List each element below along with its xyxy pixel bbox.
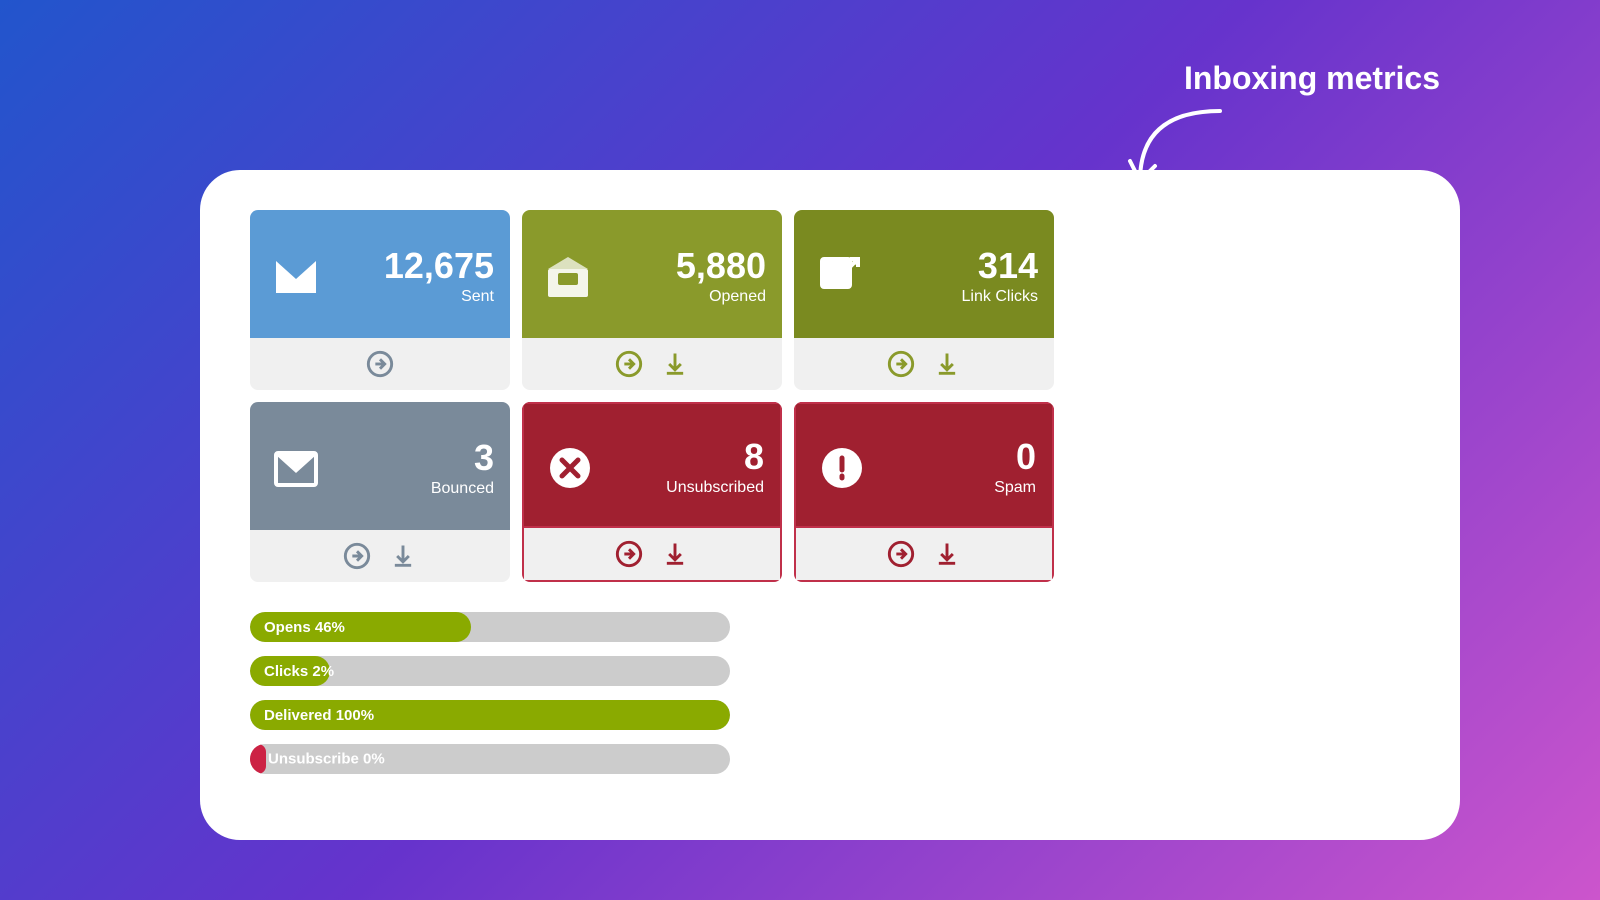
metric-card-bounced: 3 Bounced xyxy=(250,402,510,582)
metric-top-sent: 12,675 Sent xyxy=(250,210,510,338)
progress-section: Opens 46% Clicks 2% Delivered 100% xyxy=(250,612,1410,774)
sent-arrow-icon[interactable] xyxy=(364,348,396,380)
metric-top-opened: 5,880 Opened xyxy=(522,210,782,338)
metric-info-spam: 0 Spam xyxy=(884,439,1036,497)
progress-fill-clicks: Clicks 2% xyxy=(250,656,330,686)
metric-info-sent: 12,675 Sent xyxy=(338,248,494,306)
progress-row-unsubscribe: Unsubscribe 0% xyxy=(250,744,1410,774)
spam-download-icon[interactable] xyxy=(931,538,963,570)
progress-label-clicks: Clicks xyxy=(264,663,308,680)
link-clicks-download-icon[interactable] xyxy=(931,348,963,380)
envelope-icon xyxy=(266,247,326,307)
spam-label: Spam xyxy=(994,479,1036,497)
metric-info-opened: 5,880 Opened xyxy=(610,248,766,306)
sent-label: Sent xyxy=(461,288,494,306)
metric-bottom-bounced xyxy=(250,530,510,582)
metric-info-bounced: 3 Bounced xyxy=(338,440,494,498)
bounced-label: Bounced xyxy=(431,480,494,498)
metric-top-spam: 0 Spam xyxy=(794,402,1054,528)
progress-fill-opens: Opens 46% xyxy=(250,612,471,642)
exclamation-circle-icon xyxy=(812,438,872,498)
metric-card-spam: 0 Spam xyxy=(794,402,1054,582)
progress-bar-delivered: Delivered 100% xyxy=(250,700,730,730)
link-clicks-arrow-icon[interactable] xyxy=(885,348,917,380)
metric-bottom-link-clicks xyxy=(794,338,1054,390)
spam-arrow-icon[interactable] xyxy=(885,538,917,570)
white-card: 12,675 Sent xyxy=(200,170,1460,840)
unsubscribed-arrow-icon[interactable] xyxy=(613,538,645,570)
link-clicks-label: Link Clicks xyxy=(962,288,1038,306)
progress-label-opens: Opens xyxy=(264,619,311,636)
bounced-download-icon[interactable] xyxy=(387,540,419,572)
progress-row-opens: Opens 46% xyxy=(250,612,1410,642)
spam-value: 0 xyxy=(1016,439,1036,475)
opened-download-icon[interactable] xyxy=(659,348,691,380)
opened-value: 5,880 xyxy=(676,248,766,284)
bounced-value: 3 xyxy=(474,440,494,476)
unsubscribed-value: 8 xyxy=(744,439,764,475)
progress-row-delivered: Delivered 100% xyxy=(250,700,1410,730)
unsubscribed-label: Unsubscribed xyxy=(666,479,764,497)
metric-top-bounced: 3 Bounced xyxy=(250,402,510,530)
unsubscribed-download-icon[interactable] xyxy=(659,538,691,570)
x-circle-icon xyxy=(540,438,600,498)
progress-label-unsubscribe: Unsubscribe 0% xyxy=(268,751,385,768)
progress-label-delivered: Delivered xyxy=(264,707,332,724)
metric-info-unsubscribed: 8 Unsubscribed xyxy=(612,439,764,497)
metric-card-unsubscribed: 8 Unsubscribed xyxy=(522,402,782,582)
metrics-grid: 12,675 Sent xyxy=(250,210,1410,582)
progress-bar-clicks: Clicks 2% xyxy=(250,656,730,686)
metric-top-link-clicks: 314 Link Clicks xyxy=(794,210,1054,338)
progress-row-clicks: Clicks 2% xyxy=(250,656,1410,686)
metric-top-unsubscribed: 8 Unsubscribed xyxy=(522,402,782,528)
bounced-arrow-icon[interactable] xyxy=(341,540,373,572)
bounced-envelope-icon xyxy=(266,439,326,499)
metric-bottom-sent xyxy=(250,338,510,390)
opened-label: Opened xyxy=(709,288,766,306)
metric-info-link-clicks: 314 Link Clicks xyxy=(882,248,1038,306)
metric-card-opened: 5,880 Opened xyxy=(522,210,782,390)
outer-container: Inboxing metrics 12,675 Sent xyxy=(100,40,1500,860)
opened-arrow-icon[interactable] xyxy=(613,348,645,380)
metric-card-sent: 12,675 Sent xyxy=(250,210,510,390)
external-link-icon xyxy=(810,247,870,307)
progress-fill-unsubscribe xyxy=(250,744,266,774)
progress-percent-clicks: 2% xyxy=(312,663,334,680)
progress-percent-opens: 46% xyxy=(315,619,345,636)
progress-fill-delivered: Delivered 100% xyxy=(250,700,730,730)
metric-bottom-unsubscribed xyxy=(522,528,782,582)
metric-card-link-clicks: 314 Link Clicks xyxy=(794,210,1054,390)
link-clicks-value: 314 xyxy=(978,248,1038,284)
progress-bar-unsubscribe: Unsubscribe 0% xyxy=(250,744,730,774)
envelope-open-icon xyxy=(538,247,598,307)
metric-bottom-opened xyxy=(522,338,782,390)
sent-value: 12,675 xyxy=(384,248,494,284)
heading-title: Inboxing metrics xyxy=(1184,60,1440,97)
metric-bottom-spam xyxy=(794,528,1054,582)
progress-percent-delivered: 100% xyxy=(336,707,374,724)
progress-bar-opens: Opens 46% xyxy=(250,612,730,642)
